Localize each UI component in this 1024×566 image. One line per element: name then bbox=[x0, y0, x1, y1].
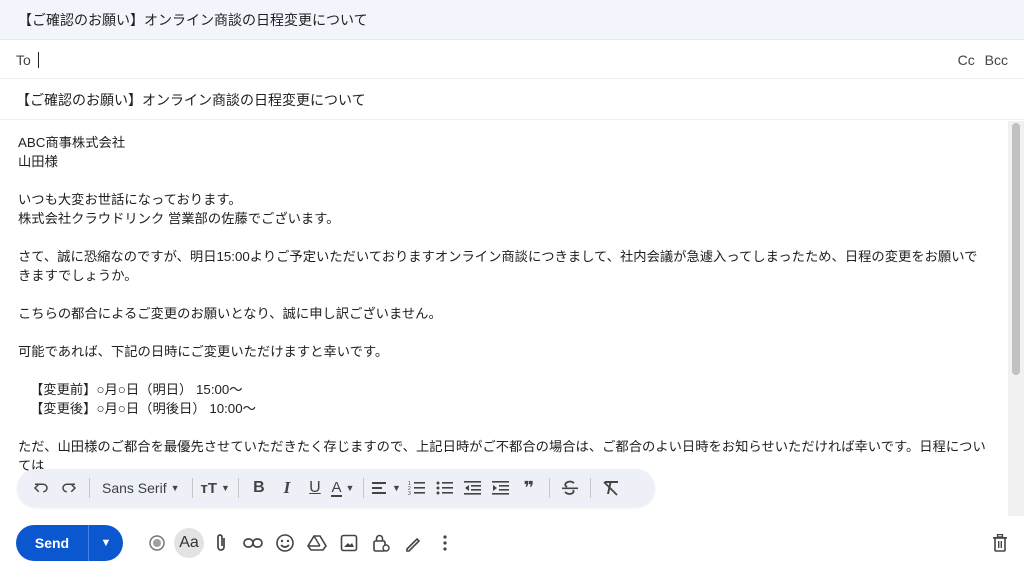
confidential-icon[interactable] bbox=[365, 527, 397, 559]
body-blank-line bbox=[18, 323, 990, 342]
italic-icon[interactable]: I bbox=[275, 474, 299, 502]
toolbar-separator bbox=[89, 478, 90, 498]
remove-formatting-icon[interactable] bbox=[599, 474, 623, 502]
svg-text:3: 3 bbox=[408, 491, 411, 496]
formatting-options-icon[interactable]: Aa bbox=[173, 527, 205, 559]
toolbar-separator bbox=[362, 478, 364, 498]
cc-bcc-links: Cc Bcc bbox=[952, 52, 1008, 68]
body-blank-line bbox=[18, 285, 990, 304]
drive-icon[interactable] bbox=[301, 527, 333, 559]
send-button[interactable]: Send bbox=[16, 525, 88, 561]
message-body[interactable]: ABC商事株式会社 山田様 いつも大変お世話になっております。 株式会社クラウド… bbox=[0, 121, 1008, 516]
scrollbar-thumb[interactable] bbox=[1012, 123, 1020, 375]
body-line: こちらの都合によるご変更のお願いとなり、誠に申し訳ございません。 bbox=[18, 306, 442, 321]
body-line: 【変更後】○月○日（明後日） 10:00〜 bbox=[30, 401, 256, 416]
strikethrough-icon[interactable] bbox=[558, 474, 582, 502]
body-blank-line bbox=[18, 171, 990, 190]
send-button-group: Send ▼ bbox=[16, 525, 123, 561]
compose-title-bar: 【ご確認のお願い】オンライン商談の日程変更について bbox=[0, 0, 1024, 40]
photo-icon[interactable] bbox=[333, 527, 365, 559]
link-icon[interactable] bbox=[237, 527, 269, 559]
toolbar-separator bbox=[548, 478, 550, 498]
chevron-down-icon: ▼ bbox=[170, 483, 180, 493]
toolbar-separator bbox=[589, 478, 591, 498]
bold-icon[interactable]: B bbox=[247, 474, 271, 502]
compose-bottom-bar: Send ▼ Aa bbox=[0, 520, 1024, 566]
body-blank-line bbox=[18, 228, 990, 247]
subject-field[interactable]: 【ご確認のお願い】オンライン商談の日程変更について bbox=[0, 80, 1024, 120]
body-line: 【変更前】○月○日（明日） 15:00〜 bbox=[30, 382, 243, 397]
body-line: さて、誠に恐縮なのですが、明日15:00よりご予定いただいておりますオンライン商… bbox=[18, 249, 978, 283]
font-family-label: Sans Serif bbox=[102, 480, 167, 496]
chevron-down-icon: ▼ bbox=[345, 483, 355, 493]
align-icon[interactable]: ▼ bbox=[371, 474, 401, 502]
chevron-down-icon: ▼ bbox=[221, 483, 230, 493]
to-row[interactable]: To Cc Bcc bbox=[0, 41, 1024, 79]
quote-icon[interactable]: ❞ bbox=[517, 474, 541, 502]
redo-icon[interactable] bbox=[57, 474, 81, 502]
font-family-select[interactable]: Sans Serif ▼ bbox=[98, 474, 184, 502]
send-options-chevron-icon[interactable]: ▼ bbox=[88, 525, 123, 561]
more-options-icon[interactable] bbox=[429, 527, 461, 559]
emoji-icon[interactable] bbox=[269, 527, 301, 559]
signature-icon[interactable] bbox=[397, 527, 429, 559]
body-scrollbar[interactable] bbox=[1008, 121, 1024, 516]
undo-icon[interactable] bbox=[29, 474, 53, 502]
cc-link[interactable]: Cc bbox=[958, 52, 975, 68]
bulleted-list-icon[interactable] bbox=[433, 474, 457, 502]
toolbar-separator bbox=[191, 478, 193, 498]
to-label: To bbox=[16, 51, 31, 68]
underline-icon[interactable]: U bbox=[303, 474, 327, 502]
toolbar-separator bbox=[237, 478, 239, 498]
body-line: 可能であれば、下記の日時にご変更いただけますと幸いです。 bbox=[18, 344, 389, 359]
body-line: 株式会社クラウドリンク 営業部の佐藤でございます。 bbox=[18, 211, 340, 226]
trash-icon[interactable] bbox=[984, 527, 1016, 559]
indent-less-icon[interactable] bbox=[461, 474, 485, 502]
ai-icon[interactable] bbox=[141, 527, 173, 559]
body-blank-line bbox=[18, 418, 990, 437]
body-line: いつも大変お世話になっております。 bbox=[18, 192, 242, 207]
indent-more-icon[interactable] bbox=[489, 474, 513, 502]
text-color-icon[interactable]: A ▼ bbox=[331, 474, 355, 502]
chevron-down-icon: ▼ bbox=[391, 483, 401, 493]
numbered-list-icon[interactable]: 123 bbox=[405, 474, 429, 502]
body-blank-line bbox=[18, 361, 990, 380]
formatting-toolbar: Sans Serif ▼ тT ▼ B I U A ▼ ▼ 123 ❞ bbox=[17, 469, 655, 507]
font-size-icon[interactable]: тT ▼ bbox=[201, 474, 230, 502]
body-line: 山田様 bbox=[18, 154, 58, 169]
body-line: ABC商事株式会社 bbox=[18, 135, 126, 150]
text-cursor bbox=[38, 51, 39, 68]
subject-text: 【ご確認のお願い】オンライン商談の日程変更について bbox=[16, 91, 366, 108]
attach-icon[interactable] bbox=[205, 527, 237, 559]
bcc-link[interactable]: Bcc bbox=[985, 52, 1008, 68]
compose-title: 【ご確認のお願い】オンライン商談の日程変更について bbox=[18, 11, 368, 28]
